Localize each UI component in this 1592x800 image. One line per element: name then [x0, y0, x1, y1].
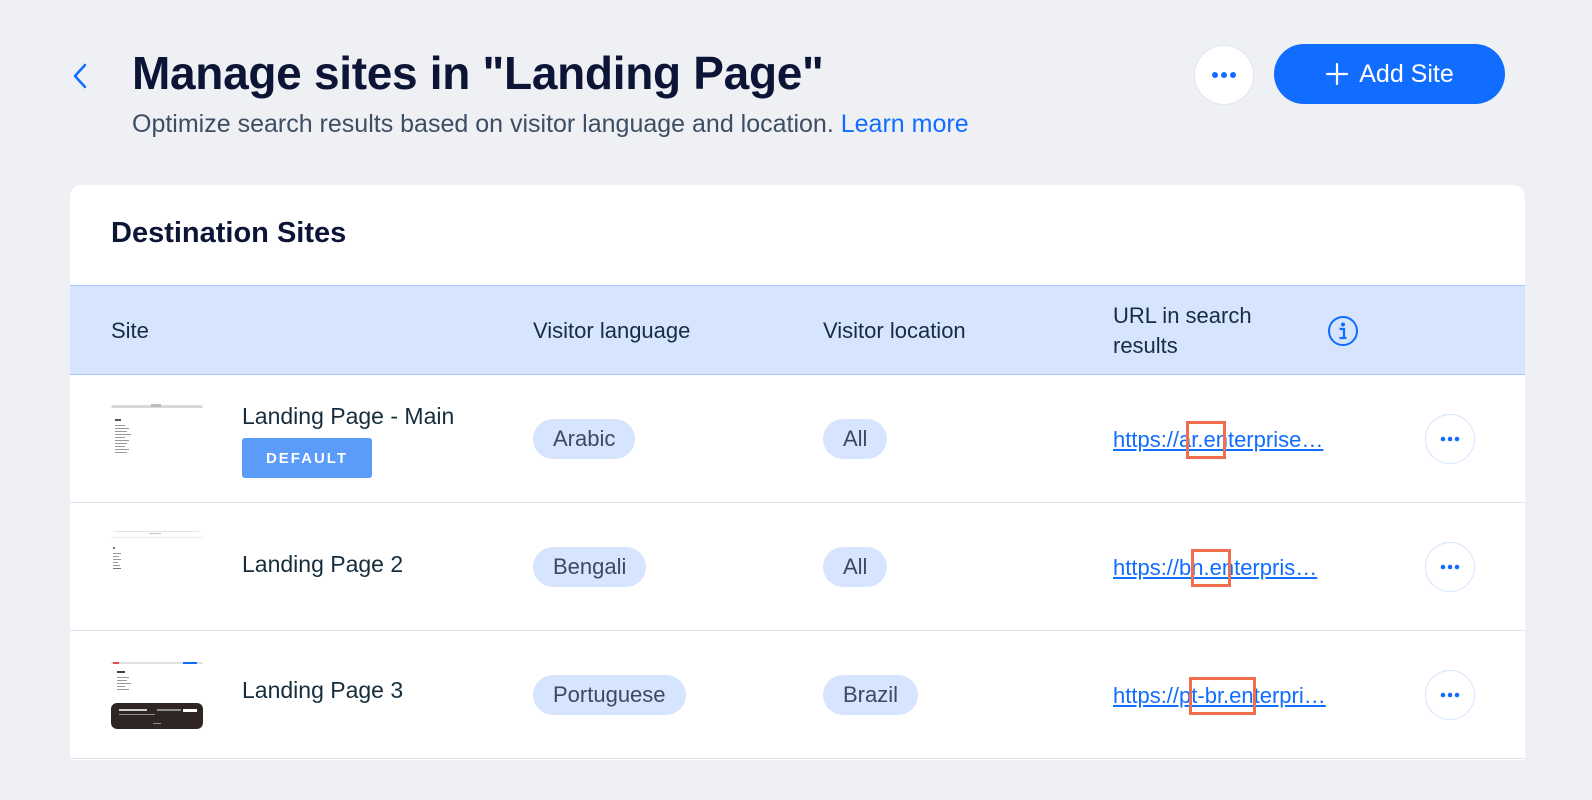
- back-button[interactable]: [66, 58, 94, 94]
- table-row: Landing Page - Main DEFAULT Arabic All h…: [70, 375, 1525, 503]
- destination-sites-card: Destination Sites Site Visitor language …: [70, 185, 1525, 760]
- default-badge: DEFAULT: [242, 438, 372, 478]
- site-thumbnail: [111, 403, 203, 473]
- more-actions-button[interactable]: [1194, 45, 1254, 105]
- site-name: Landing Page 2: [242, 551, 404, 577]
- table-row: Landing Page 3 Portuguese Brazil https:/…: [70, 631, 1525, 759]
- info-icon[interactable]: [1327, 315, 1359, 352]
- card-title: Destination Sites: [111, 217, 347, 249]
- column-header-site: Site: [111, 318, 149, 343]
- site-thumbnail: [111, 531, 203, 601]
- add-site-button[interactable]: Add Site: [1274, 44, 1505, 104]
- search-url-link[interactable]: https://ar.enterprise…: [1113, 427, 1363, 453]
- language-pill: Portuguese: [533, 675, 686, 715]
- subtitle-text: Optimize search results based on visitor…: [132, 110, 834, 138]
- table-header: Site Visitor language Visitor location U…: [70, 285, 1525, 375]
- column-header-location: Visitor location: [823, 318, 966, 343]
- location-pill: All: [823, 547, 888, 587]
- language-pill: Arabic: [533, 419, 636, 459]
- site-name: Landing Page - Main: [242, 403, 455, 429]
- table-row: Landing Page 2 Bengali All https://bn.en…: [70, 503, 1525, 631]
- more-horizontal-icon: [1440, 436, 1460, 442]
- url-highlight-box: [1191, 549, 1231, 587]
- location-pill: All: [823, 419, 888, 459]
- learn-more-link[interactable]: Learn more: [841, 110, 969, 138]
- search-url-link[interactable]: https://bn.enterpris…: [1113, 555, 1363, 581]
- more-horizontal-icon: [1440, 692, 1460, 698]
- url-highlight-box: [1189, 677, 1256, 715]
- url-highlight-box: [1186, 421, 1226, 459]
- row-more-button[interactable]: [1425, 542, 1475, 592]
- row-more-button[interactable]: [1425, 414, 1475, 464]
- site-name: Landing Page 3: [242, 677, 404, 703]
- page-subtitle: Optimize search results based on visitor…: [132, 110, 969, 139]
- column-header-url: URL in search results: [1113, 303, 1252, 358]
- language-pill: Bengali: [533, 547, 647, 587]
- site-thumbnail: [111, 659, 203, 729]
- column-header-language: Visitor language: [533, 318, 691, 343]
- more-horizontal-icon: [1212, 72, 1236, 78]
- plus-icon: [1326, 62, 1349, 86]
- more-horizontal-icon: [1440, 564, 1460, 570]
- row-more-button[interactable]: [1425, 670, 1475, 720]
- location-pill: Brazil: [823, 675, 919, 715]
- chevron-left-icon: [73, 63, 87, 89]
- add-site-label: Add Site: [1359, 59, 1454, 88]
- manage-sites-page: Manage sites in "Landing Page" Optimize …: [0, 0, 1592, 800]
- page-title: Manage sites in "Landing Page": [132, 47, 824, 99]
